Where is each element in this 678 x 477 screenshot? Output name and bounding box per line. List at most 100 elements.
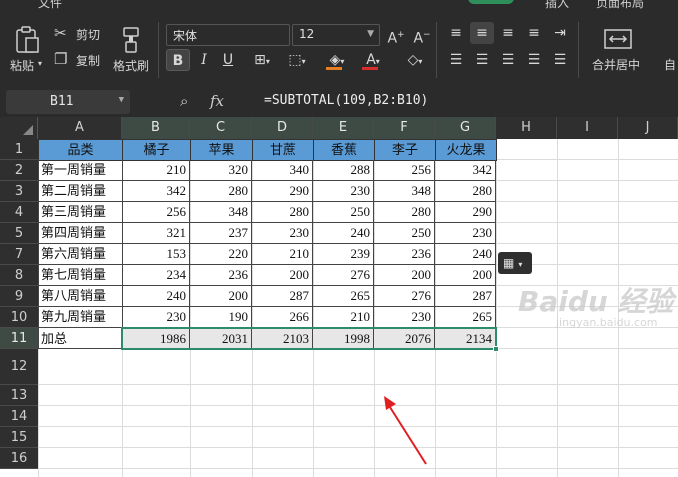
data-cell[interactable]: 200 <box>190 286 252 307</box>
column-header-c[interactable]: C <box>190 117 252 139</box>
row-label-cell[interactable]: 第三周销量 <box>38 202 123 223</box>
copy-button[interactable]: ❐ 复制 <box>54 50 104 70</box>
cut-button[interactable]: ✂ 剪切 <box>54 24 104 44</box>
total-cell[interactable]: 2103 <box>252 328 313 349</box>
data-cell[interactable]: 348 <box>190 202 252 223</box>
font-name-select[interactable]: 宋体 <box>166 24 290 46</box>
row-header-1[interactable]: 1 <box>0 139 38 160</box>
data-cell[interactable]: 250 <box>313 202 374 223</box>
underline-button[interactable]: U <box>216 49 240 71</box>
data-cell[interactable]: 234 <box>122 265 190 286</box>
header-cell[interactable]: 橘子 <box>122 139 191 161</box>
data-cell[interactable]: 290 <box>252 181 313 202</box>
align-center-button[interactable]: ☰ <box>470 49 494 71</box>
justify-button[interactable]: ☰ <box>522 49 546 71</box>
row-label-cell[interactable]: 第八周销量 <box>38 286 123 307</box>
column-header-f[interactable]: F <box>374 117 435 139</box>
data-cell[interactable]: 348 <box>374 181 435 202</box>
data-cell[interactable]: 200 <box>252 265 313 286</box>
font-color-button[interactable]: A▾ <box>358 49 388 71</box>
data-cell[interactable]: 280 <box>374 202 435 223</box>
total-cell[interactable]: 2076 <box>374 328 435 349</box>
data-cell[interactable]: 342 <box>122 181 190 202</box>
data-cell[interactable]: 200 <box>435 265 496 286</box>
data-cell[interactable]: 230 <box>374 307 435 328</box>
data-cell[interactable]: 240 <box>122 286 190 307</box>
eraser-button[interactable]: ◇▾ <box>400 49 430 71</box>
data-cell[interactable]: 280 <box>252 202 313 223</box>
paste-button[interactable]: 粘贴 ▾ <box>8 24 48 76</box>
zoom-search-icon[interactable]: ⌕ <box>180 92 188 110</box>
row-header-4[interactable]: 4 <box>0 202 38 223</box>
data-cell[interactable]: 265 <box>435 307 496 328</box>
fill-color-button[interactable]: ◈▾ <box>322 49 352 71</box>
align-left-button[interactable]: ☰ <box>444 49 468 71</box>
column-header-h[interactable]: H <box>496 117 557 139</box>
quick-analysis-button[interactable]: ▦ ▾ <box>498 252 532 274</box>
data-cell[interactable]: 266 <box>252 307 313 328</box>
column-header-a[interactable]: A <box>38 117 122 139</box>
data-cell[interactable]: 287 <box>435 286 496 307</box>
borders-button[interactable]: ⊞▾ <box>248 49 276 71</box>
data-cell[interactable]: 210 <box>122 160 190 181</box>
select-all-corner[interactable] <box>0 117 38 139</box>
total-cell[interactable]: 1986 <box>122 328 190 349</box>
row-label-cell[interactable]: 第七周销量 <box>38 265 123 286</box>
data-cell[interactable]: 287 <box>252 286 313 307</box>
row-header-7[interactable]: 7 <box>0 244 38 265</box>
data-cell[interactable]: 276 <box>313 265 374 286</box>
tab-page-layout[interactable]: 页面布局 <box>596 0 644 11</box>
header-cell[interactable]: 苹果 <box>190 139 253 161</box>
row-header-11[interactable]: 11 <box>0 328 38 349</box>
data-cell[interactable]: 288 <box>313 160 374 181</box>
row-header-8[interactable]: 8 <box>0 265 38 286</box>
format-painter-button[interactable]: 格式刷 <box>110 24 154 76</box>
row-header-16[interactable]: 16 <box>0 448 38 469</box>
row-label-cell[interactable]: 第六周销量 <box>38 244 123 265</box>
row-header-15[interactable]: 15 <box>0 427 38 448</box>
formula-input[interactable]: =SUBTOTAL(109,B2:B10) <box>248 90 678 114</box>
data-cell[interactable]: 340 <box>252 160 313 181</box>
data-cell[interactable]: 230 <box>122 307 190 328</box>
column-header-e[interactable]: E <box>313 117 374 139</box>
row-header-2[interactable]: 2 <box>0 160 38 181</box>
data-cell[interactable]: 153 <box>122 244 190 265</box>
data-cell[interactable]: 276 <box>374 286 435 307</box>
data-cell[interactable]: 280 <box>435 181 496 202</box>
data-cell[interactable]: 240 <box>435 244 496 265</box>
header-cell[interactable]: 火龙果 <box>435 139 497 161</box>
indent-button[interactable]: ⇥ <box>548 22 572 44</box>
fill-handle[interactable] <box>493 346 499 352</box>
align-top-button[interactable]: ≡ <box>444 22 468 44</box>
wrap-text-button[interactable]: ≡ <box>522 22 546 44</box>
bold-button[interactable]: B <box>166 49 190 71</box>
data-cell[interactable]: 265 <box>313 286 374 307</box>
data-cell[interactable]: 290 <box>435 202 496 223</box>
tab-insert[interactable]: 插入 <box>545 0 569 11</box>
align-right-button[interactable]: ☰ <box>496 49 520 71</box>
data-cell[interactable]: 342 <box>435 160 496 181</box>
row-label-cell[interactable]: 第四周销量 <box>38 223 123 244</box>
data-cell[interactable]: 190 <box>190 307 252 328</box>
column-header-b[interactable]: B <box>122 117 190 139</box>
data-cell[interactable]: 210 <box>252 244 313 265</box>
merge-center-button[interactable]: 合并居中 <box>588 24 650 76</box>
data-cell[interactable]: 256 <box>122 202 190 223</box>
data-cell[interactable]: 230 <box>435 223 496 244</box>
data-cell[interactable]: 230 <box>252 223 313 244</box>
name-box[interactable]: B11 ▼ <box>6 90 130 114</box>
data-cell[interactable]: 256 <box>374 160 435 181</box>
data-cell[interactable]: 200 <box>374 265 435 286</box>
italic-button[interactable]: I <box>192 49 216 71</box>
header-cell[interactable]: 品类 <box>38 139 123 161</box>
row-header-9[interactable]: 9 <box>0 286 38 307</box>
data-cell[interactable]: 210 <box>313 307 374 328</box>
header-cell[interactable]: 香蕉 <box>313 139 375 161</box>
data-cell[interactable]: 239 <box>313 244 374 265</box>
total-cell[interactable]: 2134 <box>435 328 496 349</box>
column-header-i[interactable]: I <box>557 117 618 139</box>
tab-home-active-indicator[interactable] <box>468 0 514 4</box>
cell-style-button[interactable]: ⬚▾ <box>282 49 312 71</box>
data-cell[interactable]: 220 <box>190 244 252 265</box>
data-cell[interactable]: 321 <box>122 223 190 244</box>
